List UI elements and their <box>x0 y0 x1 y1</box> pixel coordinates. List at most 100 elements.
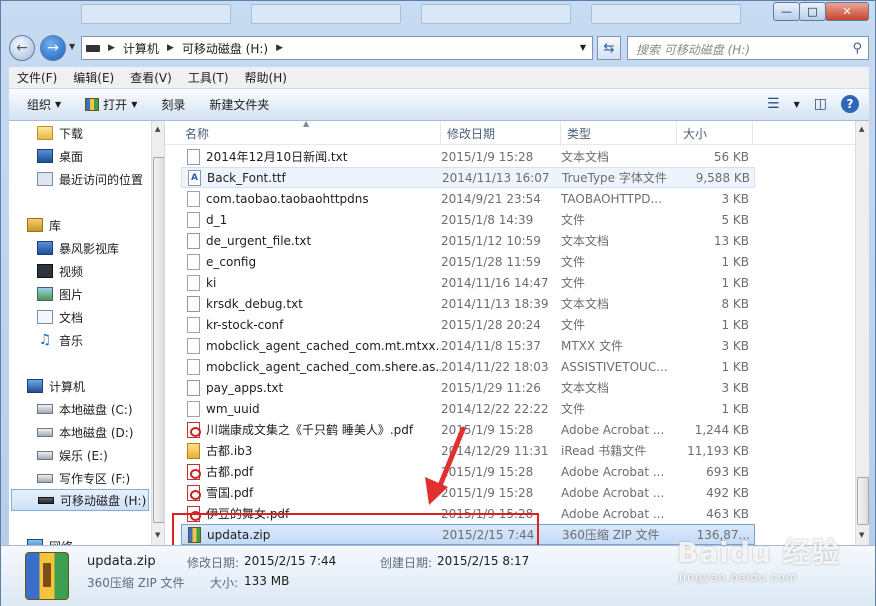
nav-item-music[interactable]: ♫ 音乐 <box>37 329 164 351</box>
file-row[interactable]: d_1 2015/1/8 14:39 文件 5 KB <box>181 209 755 230</box>
nav-item-downloads[interactable]: 下载 <box>37 122 164 144</box>
nav-item-desktop[interactable]: 桌面 <box>37 145 164 167</box>
file-row[interactable]: 2014年12月10日新闻.txt 2015/1/9 15:28 文本文档 56 KB <box>181 146 755 167</box>
file-name: 雪国.pdf <box>206 486 254 500</box>
file-date: 2014/12/22 22:22 <box>441 401 549 416</box>
scroll-up-icon[interactable]: ▲ <box>859 125 864 133</box>
file-name: 2014年12月10日新闻.txt <box>206 150 348 164</box>
nav-label: 音乐 <box>59 333 84 348</box>
menu-file[interactable]: 文件(F) <box>9 69 65 86</box>
file-row[interactable]: 川端康成文集之《千只鹤 睡美人》.pdf 2015/1/9 15:28 Adobe … <box>181 419 755 440</box>
preview-pane-icon[interactable]: ◫ <box>814 96 827 112</box>
search-icon[interactable]: ⚲ <box>852 41 862 56</box>
new-folder-button[interactable]: 新建文件夹 <box>197 96 281 113</box>
nav-item-videos[interactable]: 视频 <box>37 260 164 282</box>
file-row[interactable]: 古都.pdf 2015/1/9 15:28 Adobe Acrobat ... 693… <box>181 461 755 482</box>
file-row[interactable]: wm_uuid 2014/12/22 22:22 文件 1 KB <box>181 398 755 419</box>
refresh-button[interactable]: ⇆ <box>597 36 621 60</box>
document-icon <box>37 310 53 324</box>
menu-edit[interactable]: 编辑(E) <box>65 69 122 86</box>
menu-tools[interactable]: 工具(T) <box>180 69 237 86</box>
nav-scrollbar[interactable]: ▲ ▼ <box>151 121 164 545</box>
minimize-button[interactable]: — <box>773 2 800 21</box>
scroll-down-icon[interactable]: ▼ <box>155 531 160 539</box>
download-folder-icon <box>37 126 53 140</box>
nav-item-drive-e[interactable]: 娱乐 (E:) <box>37 444 164 466</box>
file-row[interactable]: pay_apps.txt 2015/1/29 11:26 文本文档 3 KB <box>181 377 755 398</box>
blank-file-icon <box>187 337 200 354</box>
breadcrumb-computer[interactable]: 计算机 <box>123 40 159 57</box>
file-size: 1 KB <box>721 401 749 416</box>
organize-label: 组织 <box>27 98 52 112</box>
file-type: 文件 <box>561 213 586 227</box>
file-scroll-thumb[interactable] <box>857 477 869 525</box>
nav-scroll-thumb[interactable] <box>153 157 164 523</box>
column-size[interactable]: 大小 <box>677 121 753 144</box>
breadcrumb-separator-icon[interactable]: ▶ <box>167 43 174 53</box>
nav-item-baofeng[interactable]: 暴风影视库 <box>37 237 164 259</box>
nav-item-documents[interactable]: 文档 <box>37 306 164 328</box>
file-type: 文本文档 <box>561 150 610 164</box>
file-type: MTXX 文件 <box>561 339 623 353</box>
file-row[interactable]: de_urgent_file.txt 2015/1/12 10:59 文本文档 13 … <box>181 230 755 251</box>
file-row[interactable]: A Back_Font.ttf 2014/11/13 16:07 TrueType 字… <box>181 167 755 188</box>
nav-item-computer[interactable]: 计算机 <box>27 375 164 397</box>
nav-label: 网络 <box>49 538 73 546</box>
scroll-up-icon[interactable]: ▲ <box>155 125 160 133</box>
nav-item-drive-h[interactable]: 可移动磁盘 (H:) <box>11 489 149 511</box>
file-date: 2014/9/21 23:54 <box>441 191 541 206</box>
column-date[interactable]: 修改日期 <box>441 121 561 144</box>
search-input[interactable]: 搜索 可移动磁盘 (H:) ⚲ <box>627 36 869 60</box>
recent-pages-dropdown[interactable]: ▼ <box>69 42 75 51</box>
file-row[interactable]: 雪国.pdf 2015/1/9 15:28 Adobe Acrobat ... 492… <box>181 482 755 503</box>
change-view-icon[interactable]: ☰ <box>767 96 780 112</box>
organize-button[interactable]: 组织 ▼ <box>9 96 73 113</box>
forward-button[interactable]: → <box>40 35 66 61</box>
column-type[interactable]: 类型 <box>561 121 677 144</box>
file-name-cell: e_config <box>181 253 441 270</box>
nav-item-library[interactable]: 库 <box>27 214 164 236</box>
file-row[interactable]: ki 2014/11/16 14:47 文件 1 KB <box>181 272 755 293</box>
file-row[interactable]: e_config 2015/1/28 11:59 文件 1 KB <box>181 251 755 272</box>
nav-item-network[interactable]: 网络 <box>27 535 164 546</box>
nav-item-recent[interactable]: 最近访问的位置 <box>37 168 164 190</box>
file-scrollbar[interactable]: ▲ ▼ <box>855 121 869 545</box>
open-button[interactable]: 打开 ▼ <box>73 96 149 113</box>
nav-item-drive-d[interactable]: 本地磁盘 (D:) <box>37 421 164 443</box>
file-row[interactable]: kr-stock-conf 2015/1/28 20:24 文件 1 KB <box>181 314 755 335</box>
file-row[interactable]: com.taobao.taobaohttpdns 2014/9/21 23:54 T… <box>181 188 755 209</box>
maximize-button[interactable]: □ <box>799 2 826 21</box>
menu-view[interactable]: 查看(V) <box>122 69 180 86</box>
nav-item-pictures[interactable]: 图片 <box>37 283 164 305</box>
file-size: 1 KB <box>721 359 749 374</box>
breadcrumb-separator-icon[interactable]: ▶ <box>276 43 283 53</box>
close-button[interactable]: ✕ <box>825 2 869 21</box>
address-bar[interactable]: ▶ 计算机 ▶ 可移动磁盘 (H:) ▶ ▼ <box>81 36 593 60</box>
file-name-cell: mobclick_agent_cached_com.shere.as... <box>181 358 441 375</box>
file-row[interactable]: mobclick_agent_cached_com.mt.mtxx.... 201… <box>181 335 755 356</box>
breadcrumb-removable-disk[interactable]: 可移动磁盘 (H:) <box>182 40 268 57</box>
menu-help[interactable]: 帮助(H) <box>237 69 295 86</box>
breadcrumb-separator-icon[interactable]: ▶ <box>108 43 115 53</box>
back-button[interactable]: ← <box>9 35 35 61</box>
watermark-url: jingyan.baidu.com <box>679 571 798 584</box>
nav-item-drive-c[interactable]: 本地磁盘 (C:) <box>37 398 164 420</box>
address-dropdown-icon[interactable]: ▼ <box>580 43 586 52</box>
scroll-down-icon[interactable]: ▼ <box>859 531 864 539</box>
burn-button[interactable]: 刻录 <box>149 96 197 113</box>
caption-buttons: — □ ✕ <box>773 2 869 21</box>
blank-file-icon <box>187 316 200 333</box>
file-row[interactable]: 古都.ib3 2014/12/29 11:31 iRead 书籍文件 11,193 K… <box>181 440 755 461</box>
file-row[interactable]: mobclick_agent_cached_com.shere.as... 201… <box>181 356 755 377</box>
details-modified-label: 修改日期: <box>187 556 240 570</box>
nav-item-drive-f[interactable]: 写作专区 (F:) <box>37 467 164 489</box>
view-dropdown-icon[interactable]: ▼ <box>794 100 800 109</box>
file-name: krsdk_debug.txt <box>206 296 303 311</box>
file-row[interactable]: krsdk_debug.txt 2014/11/13 18:39 文本文档 8 KB <box>181 293 755 314</box>
help-icon[interactable]: ? <box>841 95 859 113</box>
file-name-cell: pay_apps.txt <box>181 379 441 396</box>
details-modified-value: 2015/2/15 7:44 <box>244 554 337 568</box>
watermark-logo: Baidu 经验 <box>677 536 841 569</box>
pdf-file-icon <box>187 484 201 501</box>
details-filetype: 360压缩 ZIP 文件 <box>87 576 185 590</box>
